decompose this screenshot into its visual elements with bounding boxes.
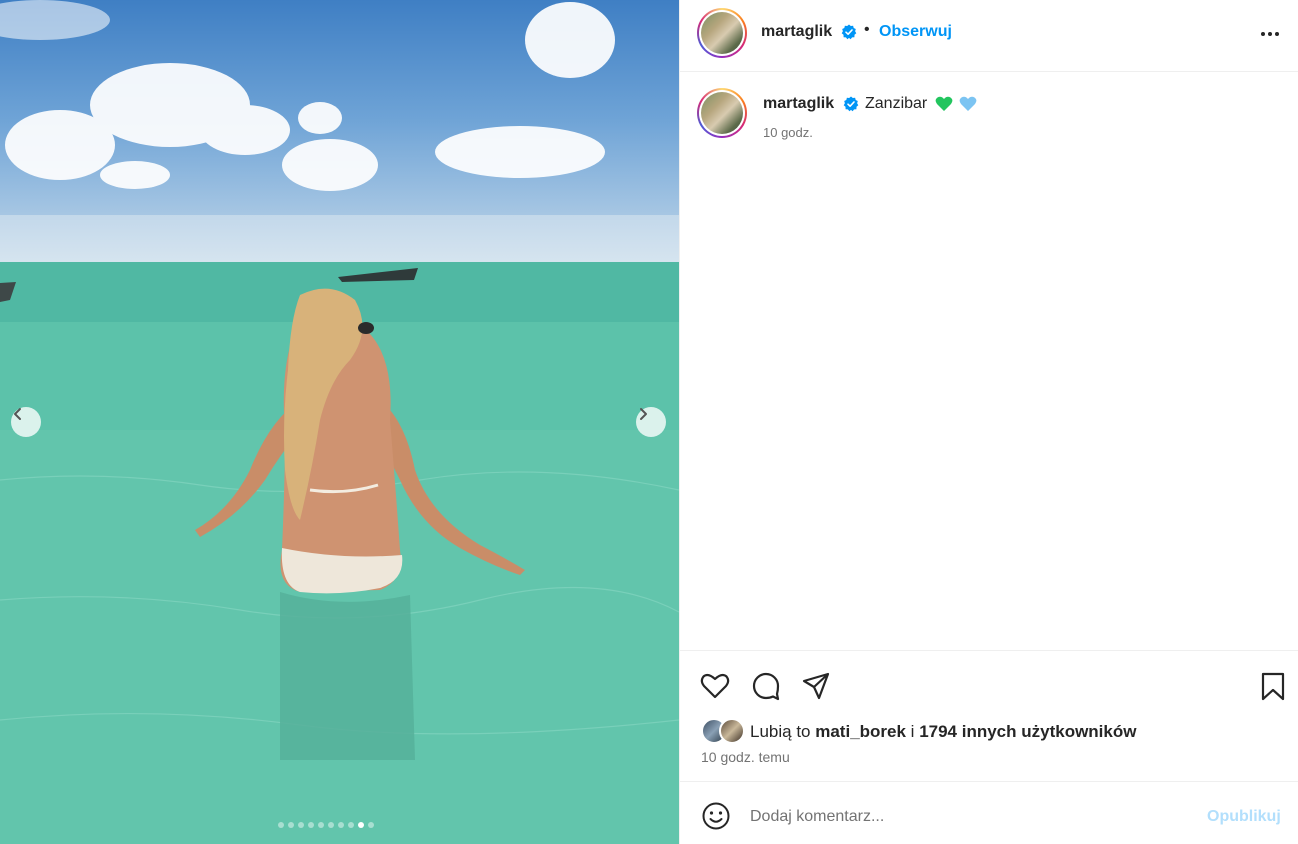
post-details-panel: martaglik • Obserwuj martaglik Zanzibar <box>679 0 1298 844</box>
save-icon[interactable] <box>1257 670 1289 702</box>
carousel-dot <box>288 822 294 828</box>
carousel-next-button[interactable] <box>636 407 666 437</box>
carousel-dot <box>308 822 314 828</box>
liked-by-avatars[interactable] <box>701 718 747 744</box>
carousel-dot <box>328 822 334 828</box>
carousel-dot <box>298 822 304 828</box>
carousel-indicator <box>278 822 374 828</box>
post-time-ago[interactable]: 10 godz. temu <box>701 749 790 765</box>
publish-button[interactable]: Opublikuj <box>1207 808 1281 826</box>
liked-by-user[interactable]: mati_borek <box>815 722 906 741</box>
comment-icon[interactable] <box>750 670 782 702</box>
carousel-dot <box>348 822 354 828</box>
carousel-dot <box>318 822 324 828</box>
caption-timestamp[interactable]: 10 godz. <box>763 125 813 140</box>
comment-composer: Opublikuj <box>680 783 1298 844</box>
likes-count[interactable]: 1794 innych użytkowników <box>919 722 1136 741</box>
caption-author-avatar[interactable] <box>697 88 747 138</box>
post-header: martaglik • Obserwuj <box>680 0 1298 72</box>
carousel-dot <box>338 822 344 828</box>
beach-photo <box>0 0 679 844</box>
carousel-dot <box>358 822 364 828</box>
header-separator: • <box>864 21 870 38</box>
carousel-dot <box>368 822 374 828</box>
author-username[interactable]: martaglik <box>761 23 832 41</box>
follow-button[interactable]: Obserwuj <box>879 23 952 41</box>
verified-badge-icon <box>843 96 859 112</box>
chevron-right-icon <box>640 408 647 420</box>
share-icon[interactable] <box>800 670 832 702</box>
light-blue-heart-icon <box>959 96 977 111</box>
carousel-dot <box>278 822 284 828</box>
caption-username[interactable]: martaglik <box>763 95 834 113</box>
likes-prefix: Lubią to <box>750 722 811 741</box>
author-avatar[interactable] <box>697 8 747 58</box>
verified-badge-icon <box>841 24 857 40</box>
comment-input[interactable] <box>750 803 1190 831</box>
post-photo[interactable] <box>0 0 679 844</box>
like-icon[interactable] <box>699 670 731 702</box>
carousel-prev-button[interactable] <box>11 407 41 437</box>
chevron-left-icon <box>14 408 21 420</box>
emoji-icon[interactable] <box>701 801 731 831</box>
likes-joiner: i <box>910 722 915 741</box>
caption-text: Zanzibar <box>865 95 928 112</box>
likes-summary[interactable]: Lubią to mati_borek i 1794 innych użytko… <box>750 722 1136 742</box>
more-options-icon[interactable] <box>1258 22 1282 46</box>
green-heart-icon <box>935 96 953 111</box>
